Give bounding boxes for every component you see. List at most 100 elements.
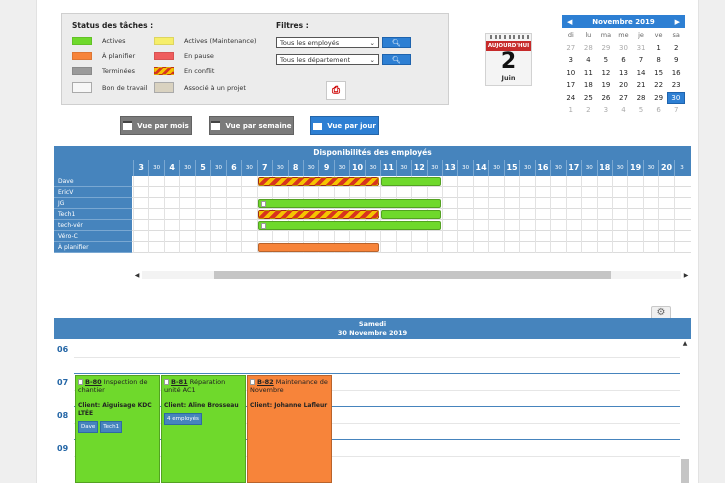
grid-cell bbox=[133, 187, 148, 198]
today-card[interactable]: AUJOURD'HUI 2 Juin bbox=[485, 33, 532, 86]
calendar-day[interactable]: 18 bbox=[580, 79, 598, 92]
scroll-left-icon[interactable]: ◀ bbox=[132, 272, 142, 279]
calendar-day[interactable]: 16 bbox=[667, 67, 685, 80]
task-id-link[interactable]: B-82 bbox=[257, 378, 274, 386]
calendar-day[interactable]: 2 bbox=[667, 42, 685, 55]
calendar-day[interactable]: 14 bbox=[632, 67, 650, 80]
availability-bar-conflict[interactable] bbox=[257, 210, 380, 219]
horizontal-scrollbar[interactable]: ◀ ▶ bbox=[132, 270, 691, 280]
availability-bar-orange[interactable] bbox=[257, 243, 380, 252]
calendar-day[interactable]: 10 bbox=[562, 67, 580, 80]
calendar-day[interactable]: 29 bbox=[597, 42, 615, 55]
employee-tag[interactable]: Dave bbox=[78, 421, 99, 433]
calendar-day[interactable]: 31 bbox=[632, 42, 650, 55]
department-search-button[interactable]: 🔍︎ bbox=[382, 54, 411, 65]
calendar-day[interactable]: 17 bbox=[562, 79, 580, 92]
availability-bar-green[interactable] bbox=[257, 221, 441, 230]
vertical-scrollbar[interactable]: ▲ bbox=[680, 340, 690, 483]
calendar-day[interactable]: 1 bbox=[650, 42, 668, 55]
calendar-day[interactable]: 19 bbox=[597, 79, 615, 92]
calendar-day[interactable]: 12 bbox=[597, 67, 615, 80]
availability-bar-conflict[interactable] bbox=[257, 177, 380, 186]
task-card[interactable]: B-80 Inspection de chantier Client: Aigui… bbox=[75, 375, 160, 483]
grid-cell bbox=[395, 187, 411, 198]
task-card[interactable]: B-81 Réparation unité AC1 Client: Aline B… bbox=[161, 375, 246, 483]
grid-cell bbox=[503, 187, 519, 198]
grid-cell bbox=[565, 176, 581, 187]
employee-name[interactable]: JG bbox=[54, 198, 132, 209]
calendar-day[interactable]: 11 bbox=[580, 67, 598, 80]
day-view-button[interactable]: Vue par jour bbox=[310, 116, 379, 135]
calendar-day[interactable]: 28 bbox=[580, 42, 598, 55]
department-filter-value: Tous les département bbox=[280, 55, 351, 64]
calendar-day[interactable]: 25 bbox=[580, 92, 598, 105]
prev-month-icon[interactable]: ◀ bbox=[567, 18, 572, 26]
availability-bar-green[interactable] bbox=[381, 177, 441, 186]
pdf-export-button[interactable]: ⎙ bbox=[326, 81, 346, 100]
calendar-day-selected[interactable]: 30 bbox=[667, 91, 685, 104]
calendar-day[interactable]: 6 bbox=[650, 104, 668, 117]
calendar-day[interactable]: 26 bbox=[597, 92, 615, 105]
calendar-day[interactable]: 4 bbox=[580, 54, 598, 67]
employee-filter-select[interactable]: Tous les employés ⌄ bbox=[276, 37, 379, 48]
grid-cell bbox=[519, 209, 534, 220]
calendar-day[interactable]: 27 bbox=[615, 92, 633, 105]
availability-bar-green[interactable] bbox=[381, 210, 441, 219]
calendar-day[interactable]: 13 bbox=[615, 67, 633, 80]
calendar-day[interactable]: 7 bbox=[667, 104, 685, 117]
month-view-button[interactable]: Vue par mois bbox=[120, 116, 192, 135]
task-card[interactable]: B-82 Maintenance de Novembre Client: Joha… bbox=[247, 375, 332, 483]
calendar-day[interactable]: 23 bbox=[667, 79, 685, 92]
legend-swatch bbox=[72, 37, 92, 45]
grid-cell bbox=[241, 176, 256, 187]
calendar-day[interactable]: 5 bbox=[632, 104, 650, 117]
grid-cell bbox=[658, 198, 673, 209]
calendar-day[interactable]: 15 bbox=[650, 67, 668, 80]
scroll-thumb[interactable] bbox=[681, 459, 689, 483]
week-view-button[interactable]: Vue par semaine bbox=[209, 116, 294, 135]
scroll-up-icon[interactable]: ▲ bbox=[680, 340, 690, 347]
employee-name[interactable]: Tech1 bbox=[54, 209, 132, 220]
calendar-day[interactable]: 20 bbox=[615, 79, 633, 92]
calendar-day[interactable]: 22 bbox=[650, 79, 668, 92]
calendar-day[interactable]: 8 bbox=[650, 54, 668, 67]
calendar-day[interactable]: 29 bbox=[650, 92, 668, 105]
employee-tag[interactable]: Tech1 bbox=[100, 421, 123, 433]
next-month-icon[interactable]: ▶ bbox=[675, 18, 680, 26]
grid-cell bbox=[272, 231, 287, 242]
calendar-day[interactable]: 2 bbox=[580, 104, 598, 117]
grid-cell bbox=[673, 209, 689, 220]
employee-name[interactable]: tech-vér bbox=[54, 220, 132, 231]
employee-tag[interactable]: 4 employés bbox=[164, 413, 202, 425]
calendar-day[interactable]: 30 bbox=[615, 42, 633, 55]
calendar-day[interactable]: 21 bbox=[632, 79, 650, 92]
task-id-link[interactable]: B-81 bbox=[171, 378, 188, 386]
grid-cell bbox=[210, 231, 225, 242]
calendar-day[interactable]: 7 bbox=[632, 54, 650, 67]
calendar-day[interactable]: 27 bbox=[562, 42, 580, 55]
calendar-day[interactable]: 1 bbox=[562, 104, 580, 117]
calendar-day[interactable]: 5 bbox=[597, 54, 615, 67]
calendar-day[interactable]: 3 bbox=[597, 104, 615, 117]
today-month: Juin bbox=[501, 74, 516, 82]
availability-bar-green[interactable] bbox=[257, 199, 441, 208]
grid-cell bbox=[642, 198, 658, 209]
employee-name[interactable]: À planifier bbox=[54, 242, 132, 253]
calendar-day[interactable]: 6 bbox=[615, 54, 633, 67]
task-id-link[interactable]: B-80 bbox=[85, 378, 102, 386]
calendar-day[interactable]: 28 bbox=[632, 92, 650, 105]
grid-cell bbox=[148, 220, 163, 231]
employee-name[interactable]: Dave bbox=[54, 176, 132, 187]
calendar-day[interactable]: 24 bbox=[562, 92, 580, 105]
scroll-right-icon[interactable]: ▶ bbox=[681, 272, 691, 279]
calendar-day[interactable]: 3 bbox=[562, 54, 580, 67]
grid-cell bbox=[179, 242, 194, 253]
employee-search-button[interactable]: 🔍︎ bbox=[382, 37, 411, 48]
employee-name[interactable]: EricV bbox=[54, 187, 132, 198]
grid-cell bbox=[225, 176, 241, 187]
calendar-day[interactable]: 9 bbox=[667, 54, 685, 67]
calendar-day[interactable]: 4 bbox=[615, 104, 633, 117]
department-filter-select[interactable]: Tous les département ⌄ bbox=[276, 54, 379, 65]
employee-name[interactable]: Véro-C bbox=[54, 231, 132, 242]
scroll-thumb[interactable] bbox=[214, 271, 611, 279]
